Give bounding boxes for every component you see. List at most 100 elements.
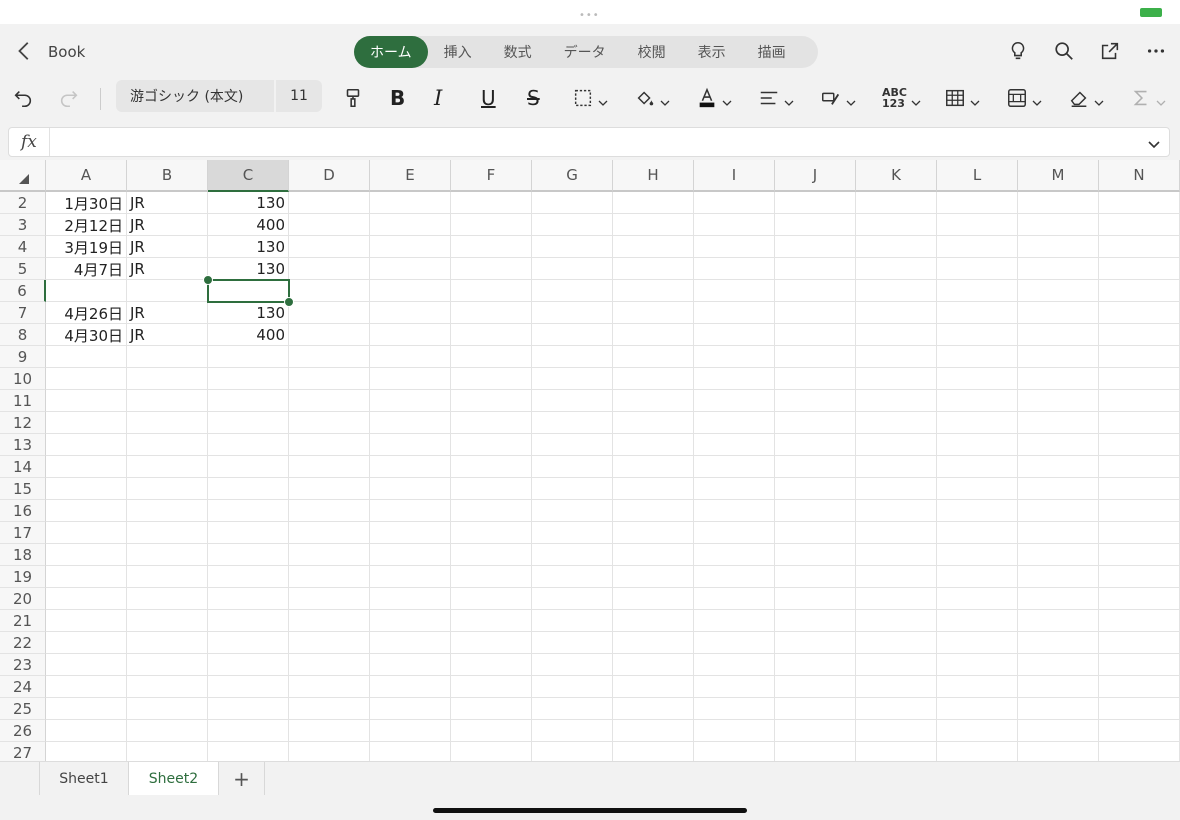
column-header-e[interactable]: E (370, 160, 451, 192)
table-button[interactable] (944, 84, 980, 112)
row-header-11[interactable]: 11 (0, 390, 46, 412)
tab-data[interactable]: データ (548, 36, 622, 68)
formula-bar[interactable]: fx (8, 127, 1170, 157)
row-header-17[interactable]: 17 (0, 522, 46, 544)
row-header-14[interactable]: 14 (0, 456, 46, 478)
font-name-field[interactable]: 游ゴシック (本文) (116, 80, 274, 112)
underline-button[interactable]: U (481, 84, 496, 112)
row-header-3[interactable]: 3 (0, 214, 46, 236)
bold-button[interactable]: B (390, 84, 405, 112)
cell-c2[interactable]: 130 (208, 192, 288, 214)
row-header-23[interactable]: 23 (0, 654, 46, 676)
column-header-d[interactable]: D (289, 160, 370, 192)
row-header-21[interactable]: 21 (0, 610, 46, 632)
undo-icon[interactable] (12, 84, 34, 112)
font-size-field[interactable]: 11 (276, 80, 322, 112)
redo-icon[interactable] (58, 84, 80, 112)
tab-view[interactable]: 表示 (682, 36, 742, 68)
row-header-7[interactable]: 7 (0, 302, 46, 324)
row-header-20[interactable]: 20 (0, 588, 46, 610)
cell-a4[interactable]: 3月19日 (46, 236, 126, 258)
column-header-b[interactable]: B (127, 160, 208, 192)
align-button[interactable] (758, 84, 794, 112)
row-header-5[interactable]: 5 (0, 258, 46, 280)
spreadsheet-grid[interactable]: A B C D E F G H I J K L M N 2 3 4 5 6 7 8 9 10 11 12 13 14 15 16 17 18… (0, 160, 1180, 761)
cell-b3[interactable]: JR (127, 214, 207, 236)
borders-button[interactable] (572, 84, 608, 112)
selected-cell[interactable] (207, 279, 290, 303)
chevron-down-icon[interactable] (1147, 136, 1161, 150)
sheet-tab-sheet1[interactable]: Sheet1 (39, 762, 129, 795)
more-icon[interactable] (1145, 40, 1167, 62)
column-header-h[interactable]: H (613, 160, 694, 192)
row-header-8[interactable]: 8 (0, 324, 46, 346)
tab-home[interactable]: ホーム (354, 36, 428, 68)
column-header-a[interactable]: A (46, 160, 127, 192)
cell-a7[interactable]: 4月26日 (46, 302, 126, 324)
column-header-f[interactable]: F (451, 160, 532, 192)
number-format-button[interactable]: ABC 123 (882, 84, 921, 112)
italic-button[interactable]: I (434, 84, 442, 112)
column-header-c[interactable]: C (208, 160, 289, 192)
autosum-button[interactable] (1130, 84, 1166, 112)
cell-b2[interactable]: JR (127, 192, 207, 214)
cell-b6[interactable] (127, 280, 207, 302)
strikethrough-button[interactable]: S (527, 84, 540, 112)
row-header-24[interactable]: 24 (0, 676, 46, 698)
chevron-left-icon[interactable] (14, 40, 36, 62)
cell-c3[interactable]: 400 (208, 214, 288, 236)
wrap-text-button[interactable] (820, 84, 856, 112)
cell-a6[interactable] (46, 280, 126, 302)
cell-a8[interactable]: 4月30日 (46, 324, 126, 346)
tab-review[interactable]: 校閲 (622, 36, 682, 68)
add-sheet-button[interactable]: + (219, 762, 265, 795)
row-header-12[interactable]: 12 (0, 412, 46, 434)
multitask-dots[interactable]: ••• (579, 10, 600, 21)
row-header-4[interactable]: 4 (0, 236, 46, 258)
home-indicator[interactable] (433, 808, 747, 813)
book-title[interactable]: Book (48, 43, 85, 61)
row-header-10[interactable]: 10 (0, 368, 46, 390)
cell-a5[interactable]: 4月7日 (46, 258, 126, 280)
search-icon[interactable] (1053, 40, 1075, 62)
column-header-k[interactable]: K (856, 160, 937, 192)
selection-handle-bottom-right[interactable] (284, 297, 294, 307)
cell-b5[interactable]: JR (127, 258, 207, 280)
cell-a3[interactable]: 2月12日 (46, 214, 126, 236)
clear-button[interactable] (1068, 84, 1104, 112)
cell-c8[interactable]: 400 (208, 324, 288, 346)
select-all-corner[interactable] (0, 160, 46, 192)
column-header-l[interactable]: L (937, 160, 1018, 192)
cell-a2[interactable]: 1月30日 (46, 192, 126, 214)
selection-handle-top-left[interactable] (203, 275, 213, 285)
font-color-button[interactable] (696, 84, 732, 112)
row-header-19[interactable]: 19 (0, 566, 46, 588)
row-header-9[interactable]: 9 (0, 346, 46, 368)
format-painter-icon[interactable] (342, 84, 364, 112)
column-header-n[interactable]: N (1099, 160, 1180, 192)
tab-formulas[interactable]: 数式 (488, 36, 548, 68)
row-header-18[interactable]: 18 (0, 544, 46, 566)
row-header-26[interactable]: 26 (0, 720, 46, 742)
row-header-16[interactable]: 16 (0, 500, 46, 522)
cell-b8[interactable]: JR (127, 324, 207, 346)
tab-insert[interactable]: 挿入 (428, 36, 488, 68)
fill-color-button[interactable] (634, 84, 670, 112)
cell-b7[interactable]: JR (127, 302, 207, 324)
column-header-i[interactable]: I (694, 160, 775, 192)
row-header-15[interactable]: 15 (0, 478, 46, 500)
share-icon[interactable] (1099, 40, 1121, 62)
cell-format-button[interactable] (1006, 84, 1042, 112)
row-header-22[interactable]: 22 (0, 632, 46, 654)
cell-c7[interactable]: 130 (208, 302, 288, 324)
fx-icon[interactable]: fx (21, 132, 37, 152)
row-header-2[interactable]: 2 (0, 192, 46, 214)
column-header-g[interactable]: G (532, 160, 613, 192)
tab-draw[interactable]: 描画 (742, 36, 802, 68)
cell-c4[interactable]: 130 (208, 236, 288, 258)
cell-c5[interactable]: 130 (208, 258, 288, 280)
row-header-13[interactable]: 13 (0, 434, 46, 456)
column-header-m[interactable]: M (1018, 160, 1099, 192)
lightbulb-icon[interactable] (1007, 40, 1029, 62)
row-header-6[interactable]: 6 (0, 280, 46, 302)
